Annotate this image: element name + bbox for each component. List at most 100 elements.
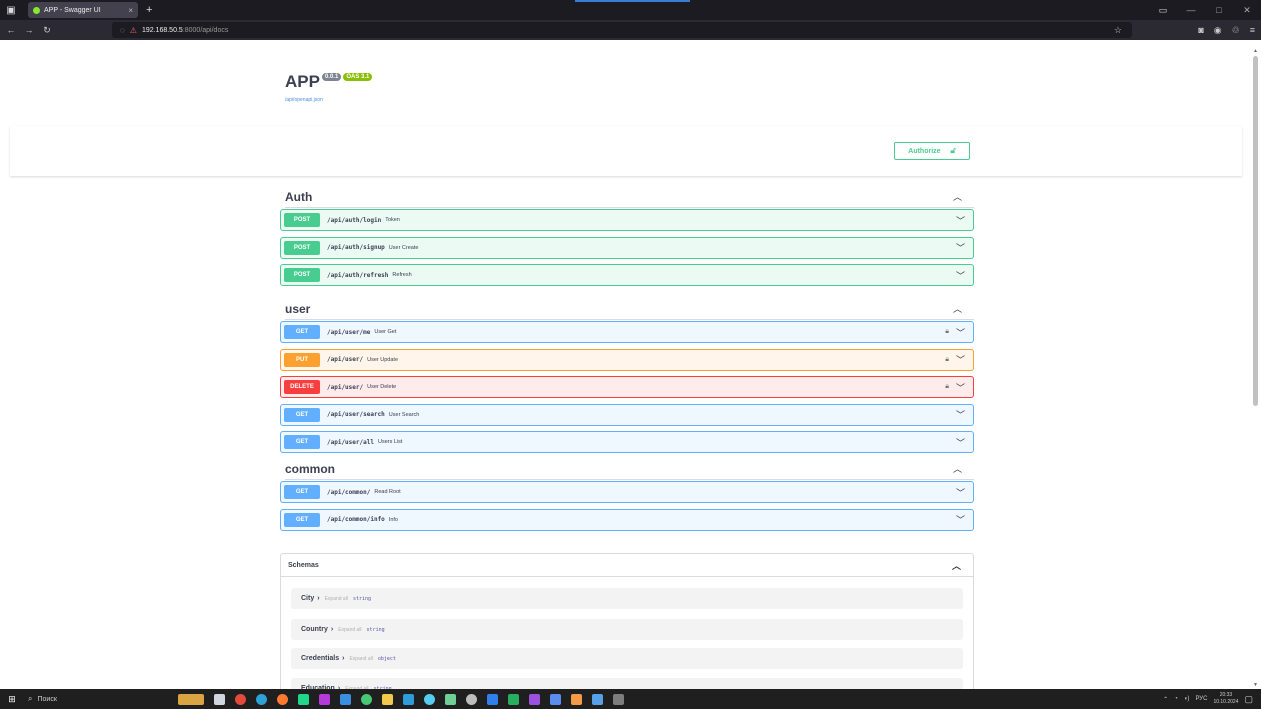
schema-type: object [377,655,396,662]
app-icon-20[interactable] [592,693,603,705]
sidebar-toggle-icon[interactable]: ▣ [0,0,22,20]
edge-icon[interactable] [256,693,267,705]
app-icon-10[interactable] [382,693,393,705]
operation-row[interactable]: POST/api/auth/refresh Refresh ﹀ [280,264,974,286]
tag-section-user[interactable]: user ︿ [285,298,974,320]
chevron-up-icon[interactable]: ︿ [953,190,962,203]
chevron-right-icon[interactable]: › [342,655,344,662]
schema-item[interactable]: Credentials › Expand all object [291,648,963,669]
chevron-down-icon[interactable]: ﹀ [956,486,965,499]
lock-icon[interactable]: 🔒︎ [945,328,949,336]
tag-section-auth[interactable]: Auth ︿ [285,186,974,208]
widgets-icon[interactable] [178,693,204,705]
chevron-down-icon[interactable]: ﹀ [956,381,965,394]
network-icon[interactable]: ◔ [1174,696,1178,702]
lock-icon[interactable]: 🔒︎ [945,356,949,364]
notifications-icon[interactable]: ▢ [1244,694,1253,705]
url-bar[interactable]: ◌ ⚠ 192.168.50.5:8000/api/docs ☆ [112,22,1132,38]
reload-icon[interactable]: ↻ [40,25,54,36]
app-icon-11[interactable] [403,693,414,705]
scroll-up-icon[interactable]: ▲ [1252,48,1259,54]
authorize-button[interactable]: Authorize 🔓︎ [894,142,970,160]
app-icon-18[interactable] [550,693,561,705]
scroll-down-icon[interactable]: ▼ [1252,682,1259,688]
chevron-down-icon[interactable]: ﹀ [956,353,965,366]
operation-row[interactable]: GET/api/user/search User Search ﹀ [280,403,974,426]
forward-icon[interactable]: → [22,25,36,35]
windows-start-icon[interactable]: ⊞ [0,694,24,705]
page-scrollbar[interactable]: ▲ ▼ [1252,48,1259,688]
app-icon-7[interactable] [319,693,330,705]
chevron-up-icon[interactable]: ︿ [953,462,962,475]
taskbar-search[interactable]: ⌕ Поиск [24,694,154,704]
app-icon-8[interactable] [340,693,351,705]
tab-close-icon[interactable]: × [128,6,133,15]
app-icon-9[interactable] [361,693,372,705]
app-icon-19[interactable] [571,693,582,705]
app-icon-13[interactable] [445,693,456,705]
settings-icon[interactable] [466,693,477,705]
operation-row[interactable]: GET/api/common/info Info ﹀ [280,508,974,531]
back-icon[interactable]: ← [4,25,18,35]
chevron-up-icon[interactable]: ︿ [953,302,962,315]
chevron-down-icon[interactable]: ﹀ [956,408,965,421]
scrollbar-thumb[interactable] [1253,56,1258,406]
tag-section-common[interactable]: common ︿ [285,458,974,480]
openapi-json-link[interactable]: /api/openapi.json [285,97,372,103]
expand-all-link[interactable]: Expand all [338,627,361,633]
schema-item[interactable]: City › Expand all string [291,588,963,609]
pycharm-icon[interactable] [298,693,309,705]
operation-row[interactable]: POST/api/auth/login Token ﹀ [280,209,974,231]
task-view-icon[interactable] [214,693,225,705]
firefox-icon[interactable] [277,693,288,705]
account-icon[interactable]: ◉ [1214,25,1222,36]
app-icon-12[interactable] [424,693,435,705]
chevron-down-icon[interactable]: ﹀ [956,326,965,339]
bookmark-star-icon[interactable]: ☆ [1114,25,1122,36]
app-icon-16[interactable] [508,693,519,705]
lock-icon[interactable]: 🔒︎ [945,383,949,391]
operation-summary: Token [385,217,400,223]
pocket-icon[interactable]: ◙ [1198,25,1203,35]
schemas-header[interactable]: Schemas ︿ [281,554,973,577]
expand-all-link[interactable]: Expand all [349,656,372,662]
clock[interactable]: 20:33 10.10.2024 [1213,692,1238,706]
oas-badge: OAS 3.1 [343,73,373,81]
app-icon-21[interactable] [613,693,624,705]
tab-title: APP - Swagger UI [44,6,101,14]
chrome-icon[interactable] [235,693,246,705]
app-icon-17[interactable] [529,693,540,705]
tray-chevron-icon[interactable]: ⌃ [1163,696,1168,703]
volume-icon[interactable]: ◖) [1184,696,1190,702]
schema-item[interactable]: Country › Expand all string [291,619,963,640]
extensions-icon[interactable]: ♲ [1232,25,1240,36]
language-indicator[interactable]: РУС [1195,696,1207,702]
url-host: 192.168.50.5 [141,26,183,34]
chevron-down-icon[interactable]: ﹀ [956,269,965,282]
chevron-down-icon[interactable]: ﹀ [956,241,965,254]
chevron-down-icon[interactable]: ﹀ [956,513,965,526]
operation-row[interactable]: GET/api/user/me User Get 🔒︎ ﹀ [280,321,974,343]
operation-row[interactable]: PUT/api/user/User Update 🔒︎ ﹀ [280,348,974,371]
operation-row[interactable]: GET/api/common/Read Root ﹀ [280,481,974,503]
chevron-down-icon[interactable]: ﹀ [956,214,965,227]
insecure-lock-icon[interactable]: ⚠ [130,26,137,35]
new-tab-button[interactable]: + [146,4,152,16]
shield-icon[interactable]: ◌ [120,26,125,35]
chevron-right-icon[interactable]: › [331,626,333,633]
operation-row[interactable]: DELETE/api/user/User Delete 🔒︎ ﹀ [280,376,974,398]
chevron-up-icon[interactable]: ︿ [952,559,961,572]
chevron-right-icon[interactable]: › [317,595,319,602]
app-icon-15[interactable] [487,693,498,705]
operation-row[interactable]: POST/api/auth/signup User Create ﹀ [280,236,974,259]
maximize-icon[interactable]: □ [1205,5,1233,15]
tab-overview-icon[interactable]: ▭ [1149,5,1177,16]
expand-all-link[interactable]: Expand all [325,596,348,602]
menu-icon[interactable]: ≡ [1250,25,1255,35]
browser-tab[interactable]: APP - Swagger UI × [28,2,138,18]
close-window-icon[interactable]: ✕ [1233,5,1261,16]
http-method-badge: GET [284,512,320,527]
minimize-icon[interactable]: — [1177,5,1205,15]
chevron-down-icon[interactable]: ﹀ [956,436,965,449]
operation-row[interactable]: GET/api/user/all Users List ﹀ [280,431,974,453]
